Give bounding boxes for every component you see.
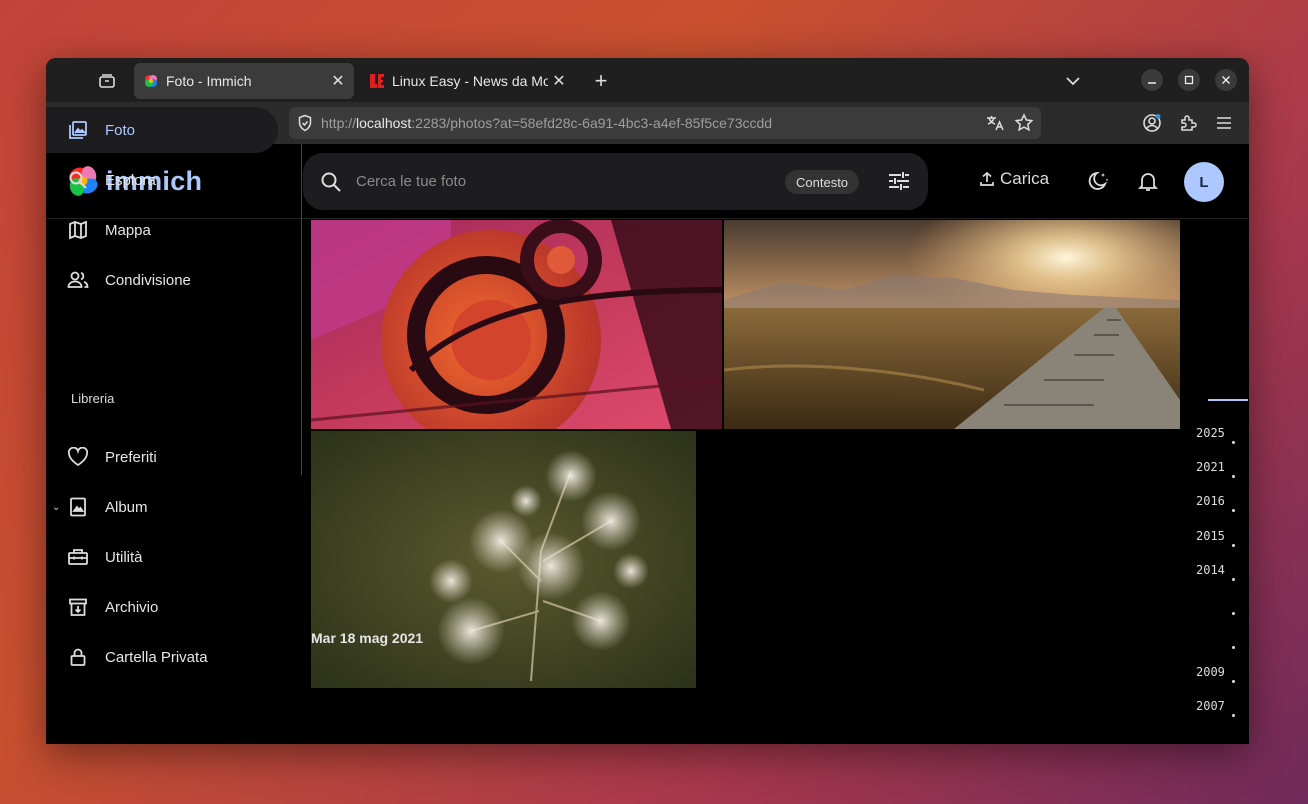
search-bar[interactable]: Contesto	[303, 153, 928, 210]
photo-thumbnail-abstract[interactable]	[311, 220, 722, 429]
sidebar-item-archivio[interactable]: Archivio	[46, 584, 278, 630]
archive-icon	[67, 596, 89, 618]
tab-linux-easy[interactable]: Linux Easy - News da Mon ✕	[360, 63, 572, 99]
user-avatar[interactable]: L	[1184, 162, 1224, 202]
tab-list-icon[interactable]	[94, 68, 120, 94]
immich-app: immich Contesto Carica	[46, 107, 1249, 744]
sidebar-item-condivisione[interactable]: Condivisione	[46, 257, 278, 303]
upload-label: Carica	[1000, 169, 1050, 188]
timeline-year[interactable]: 2007	[1196, 699, 1225, 713]
sidebar-item-label: Utilità	[105, 548, 143, 566]
upload-button[interactable]: Carica	[979, 169, 1049, 189]
sidebar-item-label: Esplora	[105, 171, 156, 189]
timeline-dot[interactable]	[1232, 646, 1235, 649]
abstract-swirl-image	[311, 220, 722, 429]
timeline-dot[interactable]	[1232, 475, 1235, 478]
sidebar-item-label: Foto	[105, 121, 136, 139]
timeline-dot[interactable]	[1232, 544, 1235, 547]
sidebar-item-cartella-privata[interactable]: Cartella Privata	[46, 634, 278, 680]
new-tab-button[interactable]: +	[589, 68, 613, 93]
lock-icon	[67, 646, 89, 668]
timeline-dot[interactable]	[1232, 578, 1235, 581]
timeline-year[interactable]: 2021	[1196, 460, 1225, 474]
sidebar-item-foto[interactable]: Foto	[46, 107, 278, 153]
upload-icon	[980, 171, 994, 186]
maximize-icon[interactable]	[1178, 69, 1200, 91]
site-security-shield-icon[interactable]	[297, 114, 313, 132]
sidebar-item-label: Cartella Privata	[105, 648, 208, 666]
date-group-label: Mar 18 mag 2021	[311, 630, 424, 646]
timeline-dot[interactable]	[1232, 714, 1235, 717]
close-tab-icon[interactable]: ✕	[548, 70, 570, 92]
search-filters-icon[interactable]	[888, 171, 910, 191]
search-icon[interactable]	[320, 171, 342, 193]
sunset-path-image	[724, 220, 1180, 429]
sidebar-item-preferiti[interactable]: Preferiti	[46, 434, 278, 480]
map-icon	[67, 219, 89, 241]
sidebar-item-esplora[interactable]: Esplora	[46, 157, 278, 203]
library-section-label: Libreria	[71, 391, 115, 406]
timeline-dot[interactable]	[1232, 612, 1235, 615]
photos-icon	[67, 119, 89, 141]
tab-title: Foto - Immich	[166, 73, 252, 89]
translate-icon[interactable]	[985, 113, 1005, 133]
timeline-year[interactable]: 2009	[1196, 665, 1225, 679]
grass-flower-image	[311, 431, 696, 688]
immich-favicon-icon	[145, 75, 157, 87]
linux-easy-favicon-icon	[370, 74, 384, 88]
timeline-year[interactable]: 2016	[1196, 494, 1225, 508]
timeline-year[interactable]: 2015	[1196, 529, 1225, 543]
close-tab-icon[interactable]: ✕	[327, 70, 349, 92]
timeline-dot[interactable]	[1232, 509, 1235, 512]
url-text[interactable]: http://localhost:2283/photos?at=58efd28c…	[321, 115, 772, 131]
timeline-year[interactable]: 2014	[1196, 563, 1225, 577]
timeline-year[interactable]: 2025	[1196, 426, 1225, 440]
sidebar-item-mappa[interactable]: Mappa	[46, 207, 278, 253]
timeline-dot[interactable]	[1232, 441, 1235, 444]
heart-icon	[67, 446, 89, 468]
bookmark-star-icon[interactable]	[1014, 113, 1034, 133]
timeline-dot[interactable]	[1232, 680, 1235, 683]
search-icon	[67, 169, 89, 191]
menu-icon[interactable]	[1212, 111, 1236, 135]
theme-toggle-moon-icon[interactable]	[1086, 168, 1112, 194]
tab-bar: Foto - Immich ✕ Linux Easy - News da Mon…	[46, 58, 1249, 102]
tab-immich[interactable]: Foto - Immich ✕	[134, 63, 354, 99]
browser-window: Foto - Immich ✕ Linux Easy - News da Mon…	[46, 58, 1249, 744]
address-bar[interactable]: http://localhost:2283/photos?at=58efd28c…	[289, 107, 1041, 139]
tab-overflow-chevron-icon[interactable]	[1062, 70, 1084, 92]
search-context-chip[interactable]: Contesto	[785, 170, 860, 194]
close-window-icon[interactable]	[1215, 69, 1237, 91]
tab-title: Linux Easy - News da Mon	[392, 73, 548, 89]
notifications-bell-icon[interactable]	[1135, 168, 1161, 194]
sidebar-item-label: Mappa	[105, 221, 151, 239]
sidebar-item-label: Preferiti	[105, 448, 157, 466]
account-icon[interactable]	[1140, 111, 1164, 135]
search-input[interactable]	[356, 173, 766, 190]
photo-thumbnail-landscape[interactable]	[724, 220, 1180, 429]
sidebar-divider	[301, 144, 302, 475]
sidebar-item-utilita[interactable]: Utilità	[46, 534, 278, 580]
extensions-icon[interactable]	[1176, 111, 1200, 135]
photo-thumbnail-flower[interactable]	[311, 431, 696, 688]
timeline-scrubber-marker[interactable]	[1208, 399, 1248, 401]
album-icon	[67, 496, 89, 518]
toolbox-icon	[67, 546, 89, 568]
sidebar-item-label: Album	[105, 498, 148, 516]
people-icon	[67, 269, 89, 291]
sidebar-item-label: Condivisione	[105, 271, 191, 289]
minimize-icon[interactable]	[1141, 69, 1163, 91]
sidebar-item-label: Archivio	[105, 598, 159, 616]
sidebar-item-album[interactable]: Album	[46, 484, 278, 530]
